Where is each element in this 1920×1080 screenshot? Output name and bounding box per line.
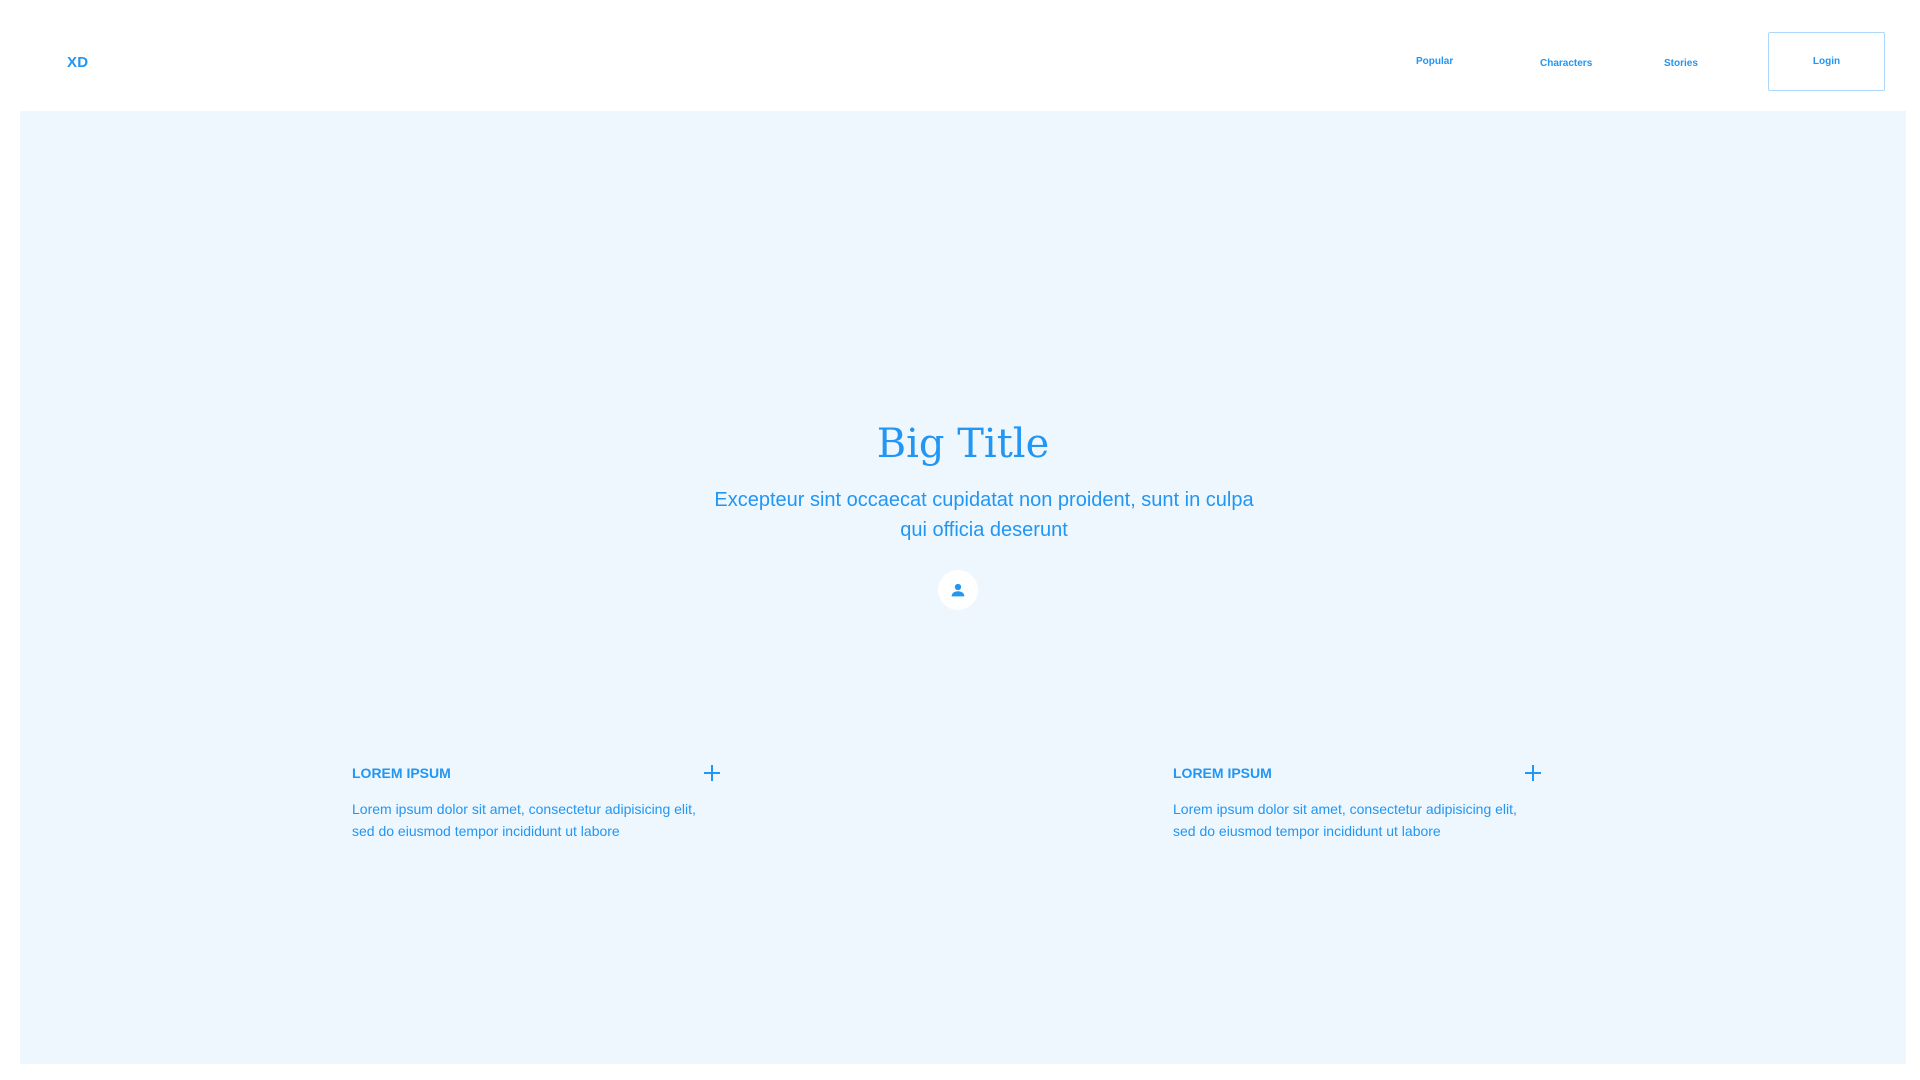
- login-button-label: Login: [1812, 56, 1841, 67]
- feature-title: LOREM IPSUM: [1173, 765, 1272, 781]
- avatar[interactable]: [938, 570, 978, 610]
- hero-subtitle: Excepteur sint occaecat cupidatat non pr…: [714, 489, 1254, 541]
- page: XD Popular Characters Stories Login Big …: [0, 0, 1920, 1080]
- feature-description: Lorem ipsum dolor sit amet, consectetur …: [352, 801, 696, 839]
- nav-item-popular[interactable]: Popular: [1416, 56, 1453, 67]
- plus-icon[interactable]: [702, 763, 722, 783]
- plus-icon[interactable]: [1523, 763, 1543, 783]
- feature-card: LOREM IPSUM Lorem ipsum dolor sit amet, …: [1173, 765, 1543, 842]
- hero-title: Big Title: [876, 421, 1050, 467]
- login-button[interactable]: Login: [1768, 32, 1885, 91]
- feature-description: Lorem ipsum dolor sit amet, consectetur …: [1173, 801, 1517, 839]
- feature-card: LOREM IPSUM Lorem ipsum dolor sit amet, …: [352, 765, 722, 842]
- feature-title: LOREM IPSUM: [352, 765, 451, 781]
- feature-header: LOREM IPSUM: [352, 765, 722, 789]
- nav-item-stories[interactable]: Stories: [1664, 58, 1698, 69]
- hero-section: Big Title Excepteur sint occaecat cupida…: [20, 111, 1906, 1064]
- feature-header: LOREM IPSUM: [1173, 765, 1543, 789]
- logo[interactable]: XD: [67, 54, 88, 71]
- user-icon: [951, 583, 965, 597]
- nav-item-characters[interactable]: Characters: [1540, 58, 1592, 69]
